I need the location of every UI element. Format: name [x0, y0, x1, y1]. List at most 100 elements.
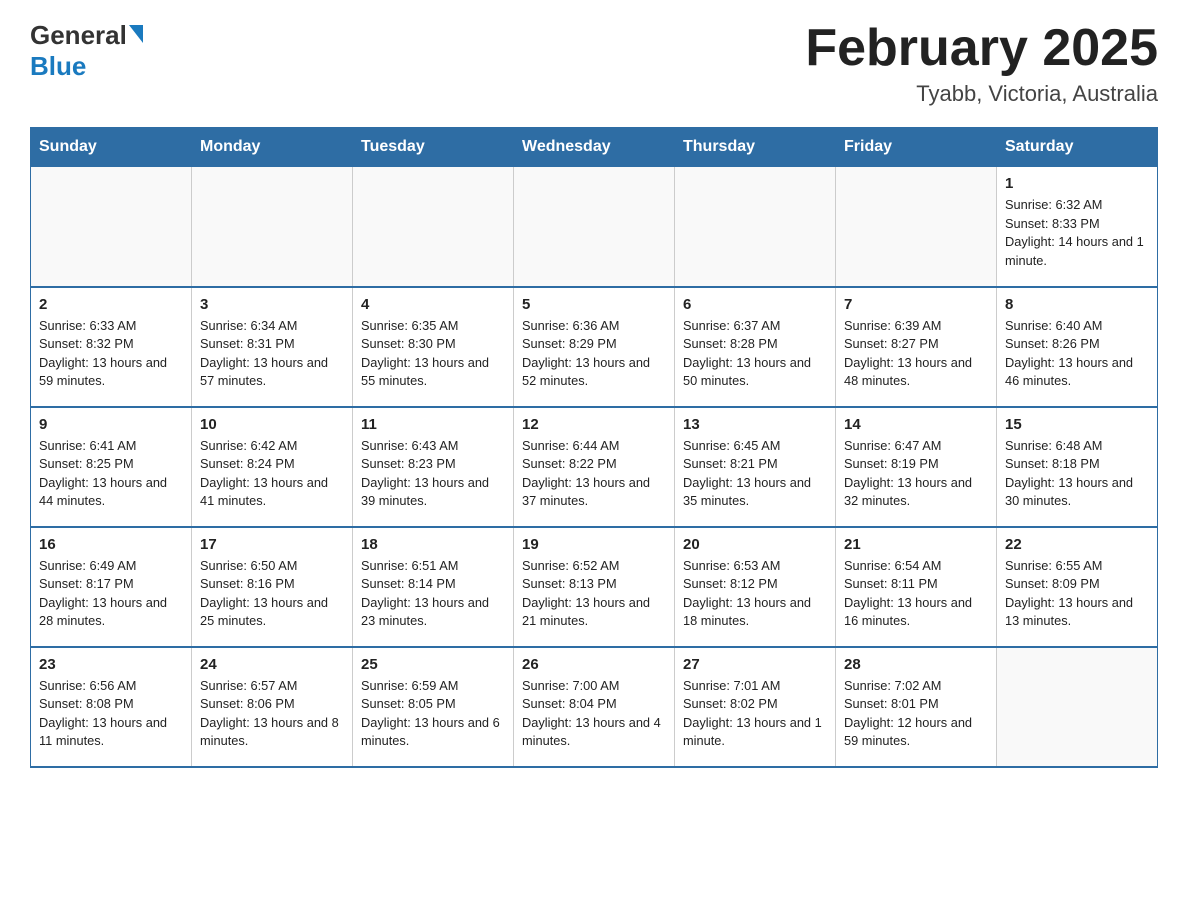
- day-info: Sunrise: 7:00 AM Sunset: 8:04 PM Dayligh…: [522, 677, 666, 751]
- table-row: 11 Sunrise: 6:43 AM Sunset: 8:23 PM Dayli…: [353, 407, 514, 527]
- day-info: Sunrise: 6:33 AM Sunset: 8:32 PM Dayligh…: [39, 317, 183, 391]
- table-row: 2 Sunrise: 6:33 AM Sunset: 8:32 PM Daylig…: [31, 287, 192, 407]
- table-row: 12 Sunrise: 6:44 AM Sunset: 8:22 PM Dayli…: [514, 407, 675, 527]
- day-info: Sunrise: 7:01 AM Sunset: 8:02 PM Dayligh…: [683, 677, 827, 751]
- day-number: 10: [200, 416, 344, 433]
- table-row: 3 Sunrise: 6:34 AM Sunset: 8:31 PM Daylig…: [192, 287, 353, 407]
- day-info: Sunrise: 6:56 AM Sunset: 8:08 PM Dayligh…: [39, 677, 183, 751]
- col-thursday: Thursday: [675, 128, 836, 167]
- table-row: 5 Sunrise: 6:36 AM Sunset: 8:29 PM Daylig…: [514, 287, 675, 407]
- table-row: [836, 167, 997, 287]
- table-row: 15Sunrise: 6:48 AM Sunset: 8:18 PM Dayli…: [997, 407, 1158, 527]
- table-row: 1 Sunrise: 6:32 AM Sunset: 8:33 PM Daylig…: [997, 167, 1158, 287]
- day-info: Sunrise: 6:42 AM Sunset: 8:24 PM Dayligh…: [200, 437, 344, 511]
- table-row: [192, 167, 353, 287]
- logo-blue-text: Blue: [30, 51, 143, 82]
- table-row: 23 Sunrise: 6:56 AM Sunset: 8:08 PM Dayli…: [31, 647, 192, 767]
- day-info: Sunrise: 6:43 AM Sunset: 8:23 PM Dayligh…: [361, 437, 505, 511]
- day-number: 9: [39, 416, 183, 433]
- table-row: 10 Sunrise: 6:42 AM Sunset: 8:24 PM Dayli…: [192, 407, 353, 527]
- day-number: 6: [683, 296, 827, 313]
- day-number: 27: [683, 656, 827, 673]
- table-row: 17 Sunrise: 6:50 AM Sunset: 8:16 PM Dayli…: [192, 527, 353, 647]
- day-number: 8: [1005, 296, 1149, 313]
- day-number: 21: [844, 536, 988, 553]
- logo-arrow-icon: [129, 25, 143, 43]
- table-row: 6 Sunrise: 6:37 AM Sunset: 8:28 PM Daylig…: [675, 287, 836, 407]
- day-info: Sunrise: 6:50 AM Sunset: 8:16 PM Dayligh…: [200, 557, 344, 631]
- table-row: 25 Sunrise: 6:59 AM Sunset: 8:05 PM Dayli…: [353, 647, 514, 767]
- day-info: Sunrise: 6:32 AM Sunset: 8:33 PM Dayligh…: [1005, 196, 1149, 270]
- table-row: 19 Sunrise: 6:52 AM Sunset: 8:13 PM Dayli…: [514, 527, 675, 647]
- table-row: 24 Sunrise: 6:57 AM Sunset: 8:06 PM Dayli…: [192, 647, 353, 767]
- logo-general-text: General: [30, 20, 127, 51]
- day-info: Sunrise: 6:45 AM Sunset: 8:21 PM Dayligh…: [683, 437, 827, 511]
- calendar-header-row: Sunday Monday Tuesday Wednesday Thursday…: [31, 128, 1158, 167]
- table-row: 27 Sunrise: 7:01 AM Sunset: 8:02 PM Dayli…: [675, 647, 836, 767]
- table-row: 16 Sunrise: 6:49 AM Sunset: 8:17 PM Dayli…: [31, 527, 192, 647]
- day-number: 2: [39, 296, 183, 313]
- day-number: 24: [200, 656, 344, 673]
- day-info: Sunrise: 6:53 AM Sunset: 8:12 PM Dayligh…: [683, 557, 827, 631]
- table-row: 9 Sunrise: 6:41 AM Sunset: 8:25 PM Daylig…: [31, 407, 192, 527]
- day-number: 19: [522, 536, 666, 553]
- day-number: 25: [361, 656, 505, 673]
- day-number: 23: [39, 656, 183, 673]
- day-info: Sunrise: 6:59 AM Sunset: 8:05 PM Dayligh…: [361, 677, 505, 751]
- day-info: Sunrise: 6:49 AM Sunset: 8:17 PM Dayligh…: [39, 557, 183, 631]
- day-number: 15: [1005, 416, 1149, 433]
- calendar-title-block: February 2025 Tyabb, Victoria, Australia: [805, 20, 1158, 107]
- day-number: 16: [39, 536, 183, 553]
- calendar-body: 1 Sunrise: 6:32 AM Sunset: 8:33 PM Daylig…: [31, 167, 1158, 767]
- day-number: 17: [200, 536, 344, 553]
- day-info: Sunrise: 6:55 AM Sunset: 8:09 PM Dayligh…: [1005, 557, 1149, 631]
- day-number: 1: [1005, 175, 1149, 192]
- calendar-table: Sunday Monday Tuesday Wednesday Thursday…: [30, 127, 1158, 768]
- col-sunday: Sunday: [31, 128, 192, 167]
- day-number: 11: [361, 416, 505, 433]
- table-row: 20Sunrise: 6:53 AM Sunset: 8:12 PM Dayli…: [675, 527, 836, 647]
- day-number: 14: [844, 416, 988, 433]
- day-info: Sunrise: 6:51 AM Sunset: 8:14 PM Dayligh…: [361, 557, 505, 631]
- table-row: 8 Sunrise: 6:40 AM Sunset: 8:26 PM Daylig…: [997, 287, 1158, 407]
- day-number: 7: [844, 296, 988, 313]
- day-info: Sunrise: 6:34 AM Sunset: 8:31 PM Dayligh…: [200, 317, 344, 391]
- table-row: [31, 167, 192, 287]
- day-number: 4: [361, 296, 505, 313]
- col-saturday: Saturday: [997, 128, 1158, 167]
- table-row: 26 Sunrise: 7:00 AM Sunset: 8:04 PM Dayli…: [514, 647, 675, 767]
- day-info: Sunrise: 6:41 AM Sunset: 8:25 PM Dayligh…: [39, 437, 183, 511]
- table-row: 18 Sunrise: 6:51 AM Sunset: 8:14 PM Dayli…: [353, 527, 514, 647]
- table-row: [353, 167, 514, 287]
- day-info: Sunrise: 6:57 AM Sunset: 8:06 PM Dayligh…: [200, 677, 344, 751]
- day-info: Sunrise: 6:52 AM Sunset: 8:13 PM Dayligh…: [522, 557, 666, 631]
- col-wednesday: Wednesday: [514, 128, 675, 167]
- day-info: Sunrise: 6:37 AM Sunset: 8:28 PM Dayligh…: [683, 317, 827, 391]
- day-info: Sunrise: 6:40 AM Sunset: 8:26 PM Dayligh…: [1005, 317, 1149, 391]
- day-info: Sunrise: 6:44 AM Sunset: 8:22 PM Dayligh…: [522, 437, 666, 511]
- table-row: 22 Sunrise: 6:55 AM Sunset: 8:09 PM Dayli…: [997, 527, 1158, 647]
- logo: General Blue: [30, 20, 143, 82]
- day-number: 5: [522, 296, 666, 313]
- day-number: 22: [1005, 536, 1149, 553]
- day-number: 12: [522, 416, 666, 433]
- table-row: 14Sunrise: 6:47 AM Sunset: 8:19 PM Dayli…: [836, 407, 997, 527]
- table-row: 13 Sunrise: 6:45 AM Sunset: 8:21 PM Dayli…: [675, 407, 836, 527]
- table-row: 7Sunrise: 6:39 AM Sunset: 8:27 PM Daylig…: [836, 287, 997, 407]
- day-number: 26: [522, 656, 666, 673]
- table-row: [514, 167, 675, 287]
- day-info: Sunrise: 6:54 AM Sunset: 8:11 PM Dayligh…: [844, 557, 988, 631]
- table-row: [675, 167, 836, 287]
- day-number: 18: [361, 536, 505, 553]
- day-info: Sunrise: 6:35 AM Sunset: 8:30 PM Dayligh…: [361, 317, 505, 391]
- page-header: General Blue February 2025 Tyabb, Victor…: [30, 20, 1158, 107]
- col-monday: Monday: [192, 128, 353, 167]
- day-info: Sunrise: 7:02 AM Sunset: 8:01 PM Dayligh…: [844, 677, 988, 751]
- table-row: 21 Sunrise: 6:54 AM Sunset: 8:11 PM Dayli…: [836, 527, 997, 647]
- table-row: 4 Sunrise: 6:35 AM Sunset: 8:30 PM Daylig…: [353, 287, 514, 407]
- table-row: [997, 647, 1158, 767]
- day-info: Sunrise: 6:36 AM Sunset: 8:29 PM Dayligh…: [522, 317, 666, 391]
- day-number: 3: [200, 296, 344, 313]
- day-number: 13: [683, 416, 827, 433]
- col-friday: Friday: [836, 128, 997, 167]
